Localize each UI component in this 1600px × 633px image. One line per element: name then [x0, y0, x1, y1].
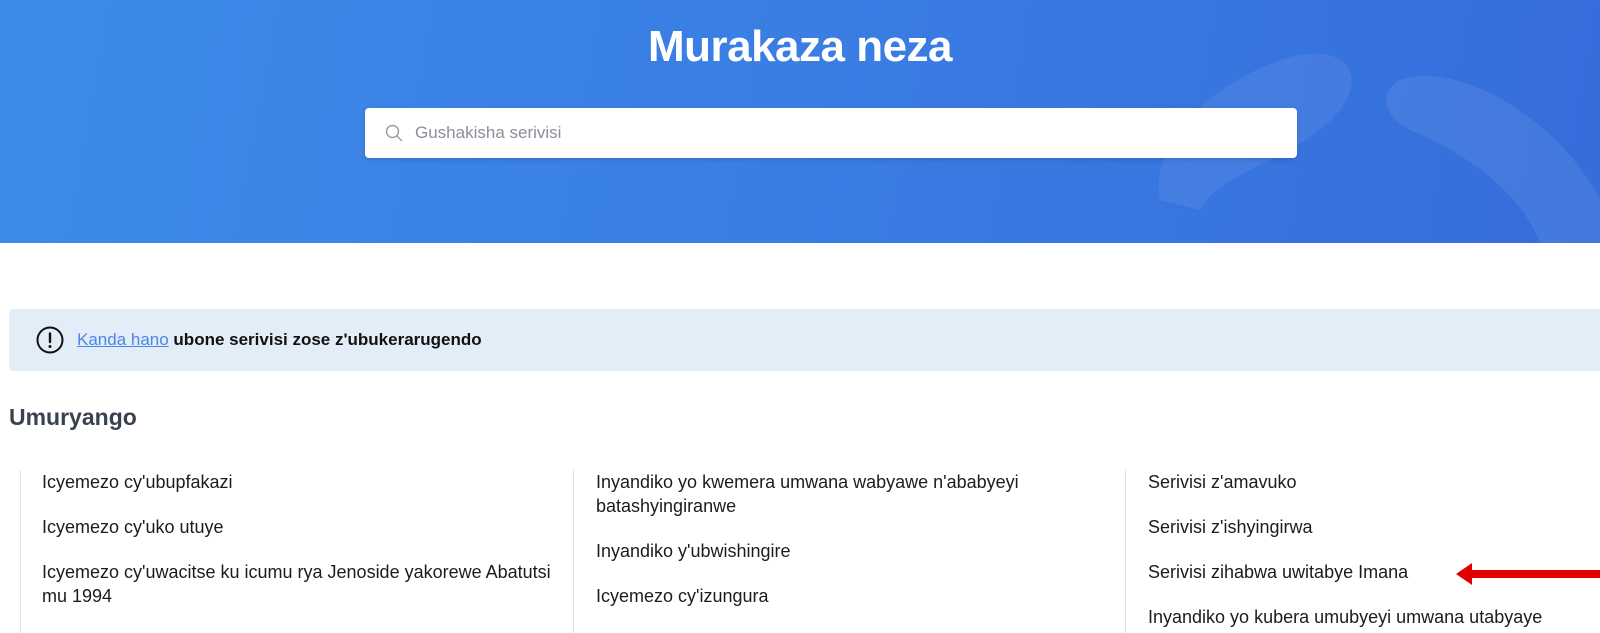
service-link[interactable]: Icyemezo cy'izungura: [596, 584, 1113, 608]
notice-message: ubone serivisi zose z'ubukerarugendo: [168, 330, 482, 349]
red-arrow-left-icon: [1456, 563, 1600, 585]
service-link[interactable]: Inyandiko y'ubwishingire: [596, 539, 1113, 563]
hero-banner: Murakaza neza: [0, 0, 1600, 243]
service-link[interactable]: Serivisi z'ishyingirwa: [1148, 515, 1600, 539]
services-column-1: Icyemezo cy'ubupfakazi Icyemezo cy'uko u…: [20, 470, 560, 633]
search-input[interactable]: [413, 122, 1217, 144]
notice-text: Kanda hano ubone serivisi zose z'ubukera…: [77, 330, 482, 350]
service-link[interactable]: Serivisi z'amavuko: [1148, 470, 1600, 494]
search-bar[interactable]: [365, 108, 1297, 158]
service-link[interactable]: Inyandiko yo kwemera umwana wabyawe n'ab…: [596, 470, 1113, 518]
service-link[interactable]: Inyandiko yo kubera umubyeyi umwana utab…: [1148, 605, 1600, 629]
page-title: Murakaza neza: [647, 22, 953, 71]
service-link[interactable]: Icyemezo cy'uwacitse ku icumu rya Jenosi…: [42, 560, 560, 608]
service-link[interactable]: Icyemezo cy'ubupfakazi: [42, 470, 560, 494]
services-column-3: Serivisi z'amavuko Serivisi z'ishyingirw…: [1125, 470, 1600, 633]
tourism-services-link[interactable]: Kanda hano: [77, 330, 169, 349]
service-link[interactable]: Icyemezo cy'uko utuye: [42, 515, 560, 539]
exclamation-circle-icon: [36, 326, 64, 354]
info-notice: Kanda hano ubone serivisi zose z'ubukera…: [9, 309, 1600, 371]
search-icon: [385, 124, 403, 142]
services-column-2: Inyandiko yo kwemera umwana wabyawe n'ab…: [573, 470, 1113, 633]
section-title: Umuryango: [9, 404, 137, 430]
